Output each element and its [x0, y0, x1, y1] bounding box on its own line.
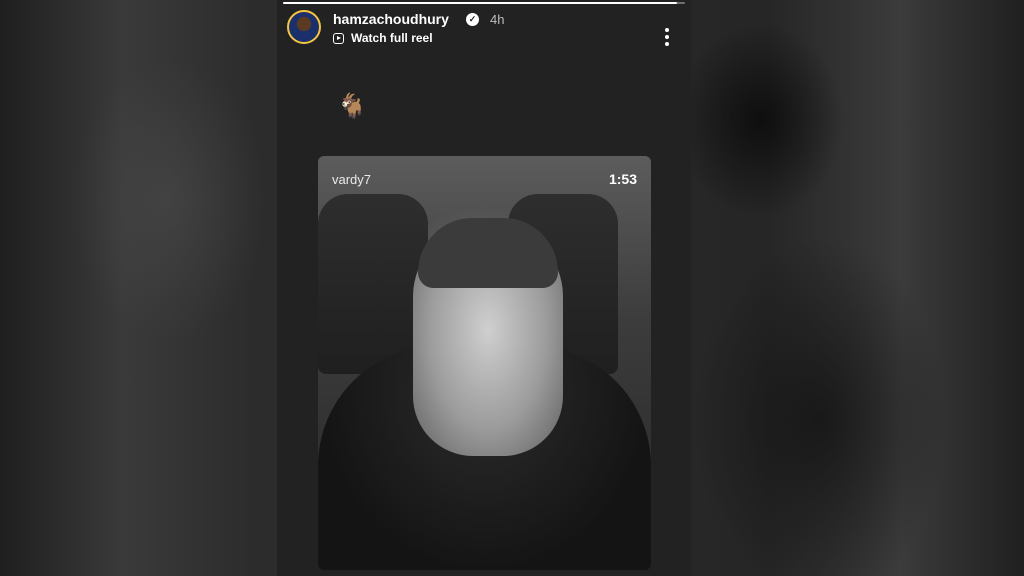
username[interactable]: hamzachoudhury	[333, 11, 449, 27]
goat-emoji-caption: 🐐	[337, 93, 367, 120]
jersey-left	[318, 194, 428, 374]
reel-icon	[333, 32, 344, 44]
verified-badge-icon: ✓	[466, 13, 479, 26]
watch-full-reel-label: Watch full reel	[351, 31, 433, 45]
reel-author[interactable]: vardy7	[332, 172, 371, 187]
timestamp: 4h	[490, 12, 505, 27]
avatar[interactable]	[287, 10, 321, 44]
story-progress-bar	[283, 2, 685, 4]
more-options-icon[interactable]	[665, 28, 669, 46]
story-viewer[interactable]: hamzachoudhury ✓ 4h Watch full reel 🐐 va…	[277, 0, 691, 576]
person-hair	[418, 218, 558, 288]
story-header: hamzachoudhury ✓ 4h Watch full reel	[287, 10, 681, 50]
story-progress-fill	[283, 2, 677, 4]
dot	[665, 35, 669, 39]
dot	[665, 42, 669, 46]
reel-duration: 1:53	[608, 171, 637, 187]
watch-full-reel-link[interactable]: Watch full reel	[333, 31, 433, 45]
dot	[665, 28, 669, 32]
shared-reel-card[interactable]: vardy7 1:53	[318, 156, 651, 570]
